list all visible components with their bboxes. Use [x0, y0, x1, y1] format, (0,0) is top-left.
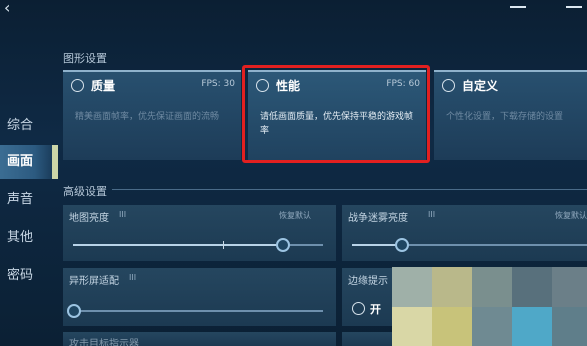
sidebar-item-sound[interactable]: 声音	[0, 183, 58, 217]
fog-brightness-label: 战争迷雾亮度	[348, 213, 408, 224]
section-divider	[112, 189, 587, 190]
screen-adapt-panel: 异形屏适配 III	[63, 268, 336, 326]
selection-highlight	[242, 65, 430, 163]
sidebar-item-display[interactable]: 画面	[0, 145, 58, 179]
map-brightness-label: 地图亮度	[69, 213, 109, 224]
fog-brightness-slider-knob[interactable]	[395, 238, 409, 252]
edge-hint-radio-icon[interactable]	[352, 302, 365, 315]
mosaic-block	[392, 267, 432, 307]
top-bar: ‹	[0, 0, 587, 18]
mosaic-overlay	[392, 267, 587, 346]
sidebar-item-other[interactable]: 其他	[0, 221, 58, 255]
radio-icon[interactable]	[71, 79, 84, 92]
mode-fps: FPS: 30	[201, 79, 235, 89]
map-brightness-slider-knob[interactable]	[276, 238, 290, 252]
fog-brightness-reset-button[interactable]: 恢复默认	[555, 210, 587, 221]
mosaic-block	[512, 267, 552, 307]
mode-name: 自定义	[462, 79, 499, 93]
screen-adapt-slider-knob[interactable]	[67, 304, 81, 318]
edge-hint-label: 边缘提示	[348, 276, 388, 287]
edge-hint-toggle-label: 开	[370, 303, 381, 316]
mosaic-block	[552, 267, 587, 307]
sidebar-item-password[interactable]: 密码	[0, 259, 58, 293]
mode-card-quality[interactable]: 质量 FPS: 30 精美画面帧率，优先保证画面的流畅	[63, 70, 241, 160]
graphics-section-title: 图形设置	[63, 52, 107, 65]
mosaic-block	[472, 267, 512, 307]
mosaic-block	[432, 267, 472, 307]
sidebar-item-label: 声音	[7, 192, 34, 207]
map-brightness-level: III	[119, 210, 127, 219]
mode-description: 精美画面帧率，优先保证画面的流畅	[75, 112, 220, 122]
back-icon[interactable]: ‹	[4, 0, 20, 17]
radio-icon[interactable]	[442, 79, 455, 92]
mosaic-block	[512, 307, 552, 346]
mode-description: 个性化设置，下载存储的设置	[446, 112, 564, 122]
mode-name: 质量	[91, 79, 116, 93]
mode-card-custom[interactable]: 自定义 个性化设置，下载存储的设置	[434, 70, 587, 160]
mosaic-block	[472, 307, 512, 346]
sidebar-item-general[interactable]: 综合	[0, 109, 58, 143]
sidebar-item-label: 其他	[7, 230, 34, 245]
top-bar-right-icon[interactable]	[510, 0, 526, 8]
top-bar-right-icon-2[interactable]	[566, 0, 582, 8]
map-brightness-reset-button[interactable]: 恢复默认	[279, 210, 311, 221]
sidebar: 综合 画面 声音 其他 密码	[0, 105, 58, 305]
edge-hint-panel: 边缘提示 开	[342, 268, 392, 326]
map-brightness-panel: 地图亮度 III 恢复默认	[63, 205, 336, 261]
mosaic-block	[432, 307, 472, 346]
fog-brightness-slider[interactable]	[352, 244, 587, 246]
bottom-row-panel: 攻击目标指示器	[63, 332, 336, 346]
screen-adapt-level: III	[129, 273, 137, 282]
mosaic-block	[392, 307, 432, 346]
sidebar-item-label: 密码	[7, 268, 34, 283]
sidebar-item-label: 综合	[7, 118, 34, 133]
slider-default-tick	[223, 241, 224, 249]
sidebar-item-label: 画面	[7, 154, 34, 169]
bottom-row-panel-right	[342, 332, 392, 346]
fog-brightness-panel: 战争迷雾亮度 III 恢复默认	[342, 205, 587, 261]
screen-adapt-slider[interactable]	[73, 310, 323, 312]
map-brightness-slider-fill	[73, 244, 288, 246]
fog-brightness-level: III	[428, 210, 436, 219]
screen-adapt-label: 异形屏适配	[69, 276, 119, 287]
advanced-section-title: 高级设置	[63, 185, 107, 198]
bottom-row-label: 攻击目标指示器	[69, 339, 139, 346]
mosaic-block	[552, 307, 587, 346]
